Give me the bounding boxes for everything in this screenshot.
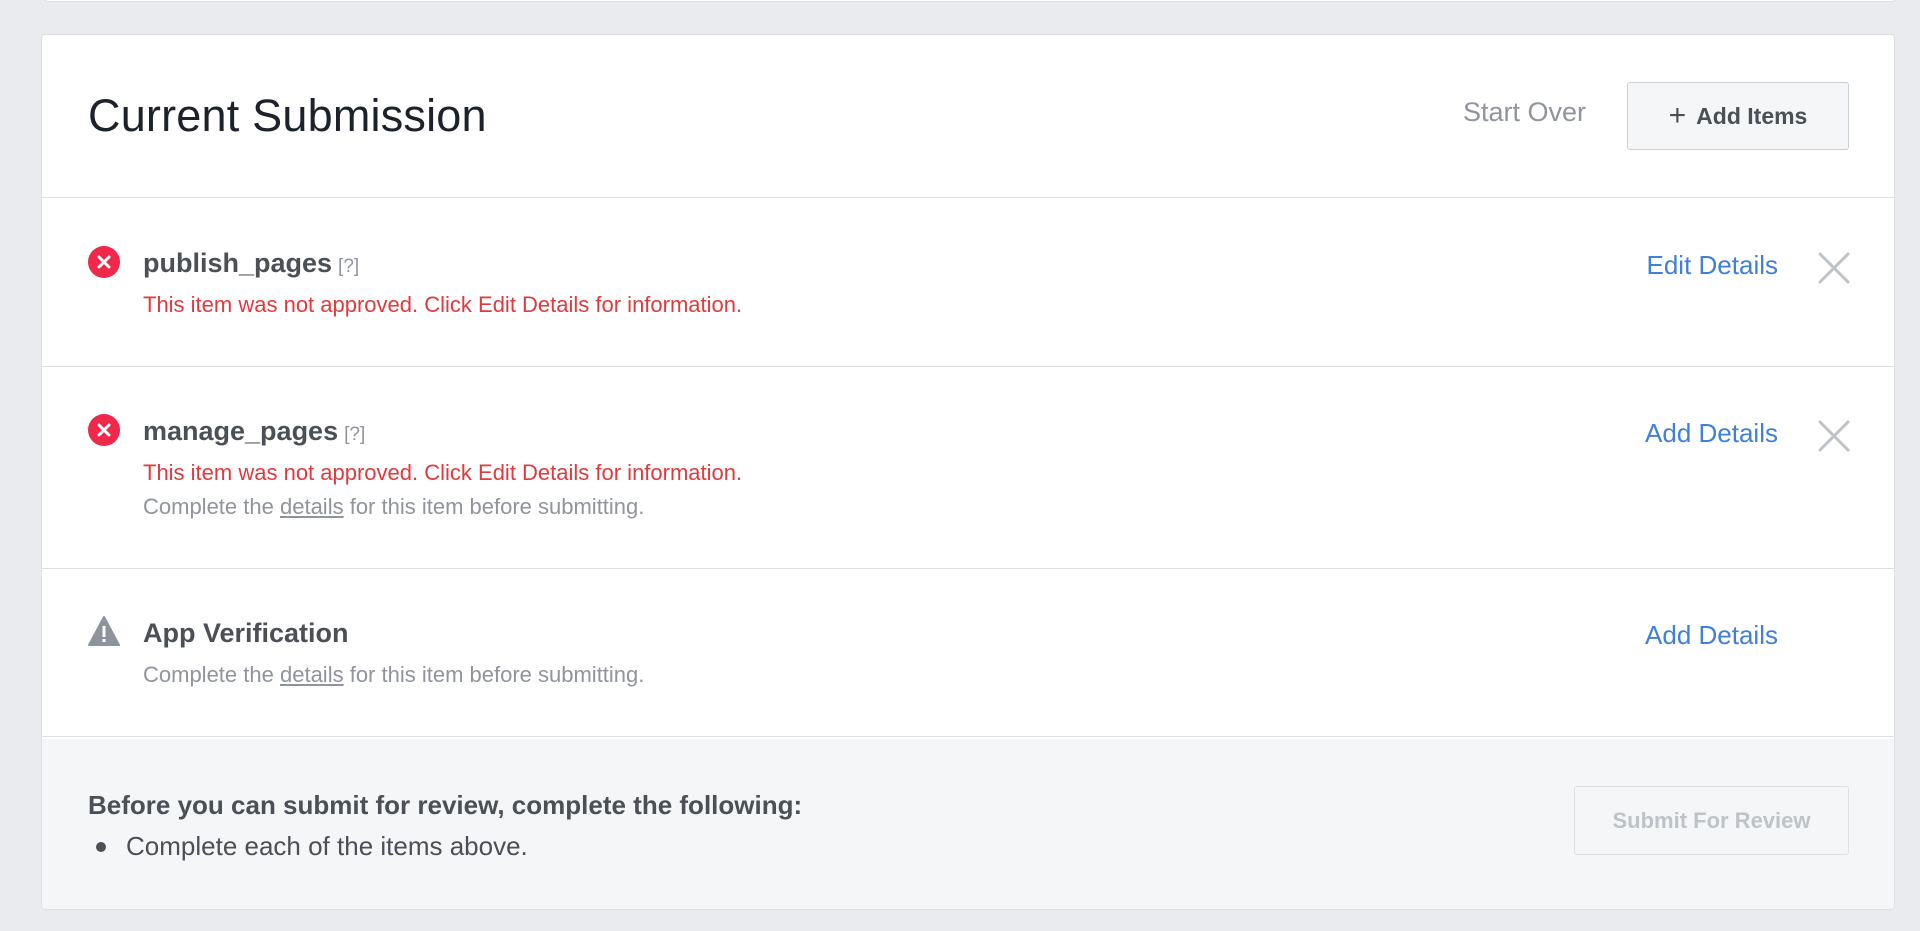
error-icon: [88, 246, 120, 278]
item-name-text: manage_pages: [143, 416, 339, 446]
submission-item-app-verification: App Verification Complete the details fo…: [42, 569, 1894, 737]
requirement-item: Complete each of the items above.: [88, 831, 528, 862]
edit-details-link[interactable]: Edit Details: [1647, 250, 1779, 281]
note-prefix: Complete the: [143, 662, 274, 687]
previous-panel-edge: [44, 0, 1896, 2]
error-message: This item was not approved. Click Edit D…: [143, 460, 743, 485]
completion-note: Complete the details for this item befor…: [143, 494, 644, 520]
add-details-link[interactable]: Add Details: [1645, 418, 1778, 449]
help-link[interactable]: [?]: [344, 424, 365, 445]
help-link[interactable]: [?]: [338, 256, 359, 277]
submission-footer: Before you can submit for review, comple…: [42, 739, 1894, 909]
add-items-button[interactable]: + Add Items: [1627, 82, 1849, 150]
note-prefix: Complete the: [143, 494, 274, 519]
requirement-text: Complete each of the items above.: [126, 831, 528, 861]
current-submission-card: Current Submission Start Over + Add Item…: [41, 34, 1895, 910]
submission-item-manage-pages: manage_pages [?] This item was not approv…: [42, 367, 1894, 569]
completion-note: Complete the details for this item befor…: [143, 662, 644, 688]
error-message: This item was not approved. Click Edit D…: [143, 292, 743, 317]
close-icon[interactable]: [1814, 248, 1854, 288]
details-link[interactable]: details: [280, 662, 344, 687]
item-name: publish_pages [?]: [143, 248, 359, 279]
start-over-link[interactable]: Start Over: [1463, 97, 1586, 128]
page-title: Current Submission: [88, 90, 487, 141]
plus-icon: +: [1668, 99, 1687, 132]
add-details-link[interactable]: Add Details: [1645, 620, 1778, 651]
details-link[interactable]: details: [280, 494, 344, 519]
add-items-label: Add Items: [1696, 102, 1808, 129]
submit-for-review-button[interactable]: Submit For Review: [1574, 786, 1849, 855]
card-header: Current Submission Start Over + Add Item…: [42, 35, 1894, 198]
submission-item-publish-pages: publish_pages [?] This item was not appro…: [42, 198, 1894, 367]
item-name: App Verification: [143, 618, 349, 648]
error-icon: [88, 414, 120, 446]
warning-icon: [88, 616, 120, 646]
item-name: manage_pages [?]: [143, 416, 365, 447]
item-name-text: publish_pages: [143, 248, 333, 278]
note-suffix: for this item before submitting.: [349, 662, 645, 687]
close-icon[interactable]: [1814, 416, 1854, 456]
requirements-heading: Before you can submit for review, comple…: [88, 790, 803, 820]
note-suffix: for this item before submitting.: [349, 494, 645, 519]
bullet-icon: [96, 841, 106, 852]
